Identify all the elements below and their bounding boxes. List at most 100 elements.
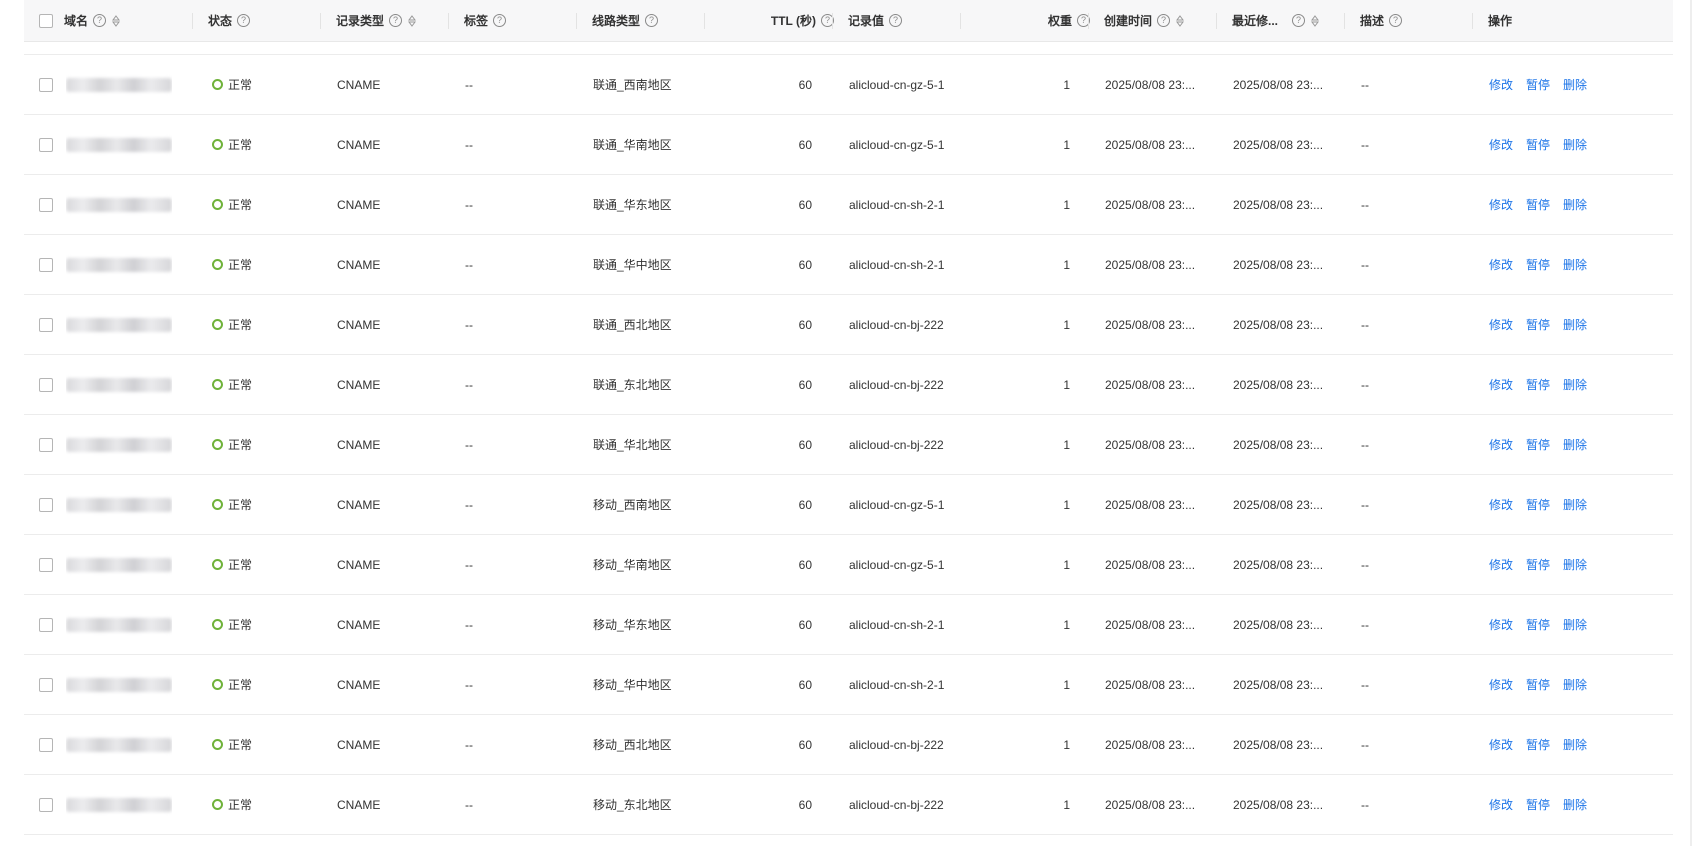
modify-link[interactable]: 修改 (1489, 76, 1513, 93)
pause-link[interactable]: 暂停 (1526, 796, 1550, 813)
modify-link[interactable]: 修改 (1489, 436, 1513, 453)
domain-name-redacted[interactable] (66, 377, 172, 392)
row-checkbox[interactable] (39, 437, 53, 452)
pause-link[interactable]: 暂停 (1526, 196, 1550, 213)
domain-name-redacted[interactable] (66, 737, 172, 752)
delete-link[interactable]: 删除 (1563, 556, 1587, 573)
record-type-cell: CNAME (337, 377, 381, 392)
row-checkbox[interactable] (39, 197, 53, 212)
domain-name-redacted[interactable] (66, 497, 172, 512)
pause-link[interactable]: 暂停 (1526, 76, 1550, 93)
domain-name-redacted[interactable] (66, 677, 172, 692)
modify-link[interactable]: 修改 (1489, 136, 1513, 153)
ttl-cell: 60 (798, 737, 812, 752)
status-text: 正常 (228, 618, 253, 632)
question-circle-icon[interactable]: ? (1389, 14, 1403, 27)
pause-link[interactable]: 暂停 (1526, 256, 1550, 273)
pause-link[interactable]: 暂停 (1526, 616, 1550, 633)
row-checkbox[interactable] (39, 617, 53, 632)
row-checkbox[interactable] (39, 257, 53, 272)
row-checkbox[interactable] (39, 77, 53, 92)
sort-icon[interactable] (1176, 14, 1185, 27)
row-checkbox[interactable] (39, 497, 53, 512)
question-circle-icon[interactable]: ? (1292, 14, 1306, 27)
modify-link[interactable]: 修改 (1489, 796, 1513, 813)
select-all-checkbox[interactable] (39, 13, 53, 28)
delete-link[interactable]: 删除 (1563, 256, 1587, 273)
delete-link[interactable]: 删除 (1563, 676, 1587, 693)
status-text: 正常 (228, 738, 253, 752)
pause-link[interactable]: 暂停 (1526, 136, 1550, 153)
domain-name-redacted[interactable] (66, 317, 172, 332)
domain-name-redacted[interactable] (66, 557, 172, 572)
record-type-cell: CNAME (337, 437, 381, 452)
domain-name-redacted[interactable] (66, 257, 172, 272)
domain-name-redacted[interactable] (66, 77, 172, 92)
domain-cell (66, 235, 172, 294)
modify-link[interactable]: 修改 (1489, 556, 1513, 573)
row-checkbox[interactable] (39, 377, 53, 392)
row-checkbox[interactable] (39, 677, 53, 692)
row-checkbox[interactable] (39, 737, 53, 752)
record-type-cell: CNAME (337, 257, 381, 272)
pause-link[interactable]: 暂停 (1526, 676, 1550, 693)
delete-link[interactable]: 删除 (1563, 616, 1587, 633)
pause-link[interactable]: 暂停 (1526, 556, 1550, 573)
record-value-cell: alicloud-cn-bj-222 (849, 737, 944, 752)
modify-link[interactable]: 修改 (1489, 256, 1513, 273)
sort-icon[interactable] (1311, 14, 1320, 27)
domain-name-redacted[interactable] (66, 437, 172, 452)
row-checkbox[interactable] (39, 797, 53, 812)
question-circle-icon[interactable]: ? (237, 14, 251, 27)
scrollbar-track[interactable] (1690, 0, 1692, 846)
question-circle-icon[interactable]: ? (889, 14, 903, 27)
domain-cell (66, 655, 172, 714)
row-select-cell (39, 655, 53, 714)
delete-link[interactable]: 删除 (1563, 196, 1587, 213)
row-checkbox[interactable] (39, 137, 53, 152)
pause-link[interactable]: 暂停 (1526, 376, 1550, 393)
delete-link[interactable]: 删除 (1563, 436, 1587, 453)
modify-link[interactable]: 修改 (1489, 196, 1513, 213)
modify-link[interactable]: 修改 (1489, 736, 1513, 753)
pause-link[interactable]: 暂停 (1526, 496, 1550, 513)
weight-cell: 1 (1063, 497, 1070, 512)
delete-link[interactable]: 删除 (1563, 76, 1587, 93)
question-circle-icon[interactable]: ? (493, 14, 507, 27)
modify-link[interactable]: 修改 (1489, 496, 1513, 513)
status-text: 正常 (228, 138, 253, 152)
delete-link[interactable]: 删除 (1563, 136, 1587, 153)
ttl-cell: 60 (798, 77, 812, 92)
weight-cell: 1 (1063, 677, 1070, 692)
delete-link[interactable]: 删除 (1563, 796, 1587, 813)
created-cell: 2025/08/08 23:... (1105, 677, 1196, 692)
status-text: 正常 (228, 198, 253, 212)
question-circle-icon[interactable]: ? (389, 14, 403, 27)
modified-cell: 2025/08/08 23:... (1233, 77, 1324, 92)
column-separator (192, 13, 193, 29)
column-separator (1344, 13, 1345, 29)
question-circle-icon[interactable]: ? (1157, 14, 1171, 27)
question-circle-icon[interactable]: ? (93, 14, 107, 27)
actions-cell: 修改 暂停 删除 (1489, 775, 1600, 834)
domain-name-redacted[interactable] (66, 797, 172, 812)
modify-link[interactable]: 修改 (1489, 316, 1513, 333)
delete-link[interactable]: 删除 (1563, 736, 1587, 753)
domain-name-redacted[interactable] (66, 617, 172, 632)
row-checkbox[interactable] (39, 317, 53, 332)
modify-link[interactable]: 修改 (1489, 376, 1513, 393)
sort-icon[interactable] (408, 14, 417, 27)
modify-link[interactable]: 修改 (1489, 676, 1513, 693)
question-circle-icon[interactable]: ? (645, 14, 659, 27)
sort-icon[interactable] (112, 14, 121, 27)
domain-name-redacted[interactable] (66, 137, 172, 152)
domain-name-redacted[interactable] (66, 197, 172, 212)
delete-link[interactable]: 删除 (1563, 316, 1587, 333)
pause-link[interactable]: 暂停 (1526, 436, 1550, 453)
pause-link[interactable]: 暂停 (1526, 316, 1550, 333)
pause-link[interactable]: 暂停 (1526, 736, 1550, 753)
delete-link[interactable]: 删除 (1563, 376, 1587, 393)
modify-link[interactable]: 修改 (1489, 616, 1513, 633)
delete-link[interactable]: 删除 (1563, 496, 1587, 513)
row-checkbox[interactable] (39, 557, 53, 572)
